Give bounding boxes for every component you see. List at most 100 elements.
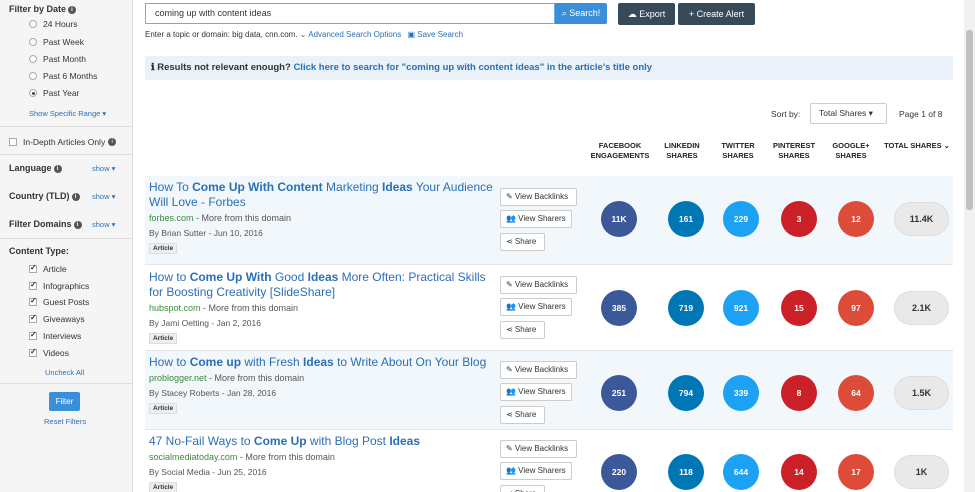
checkbox-icon[interactable] [29,280,37,290]
radio-icon[interactable] [29,38,37,46]
result-title-link[interactable]: How To Come Up With Content Marketing Id… [149,180,494,210]
date-option[interactable]: Past Year [29,88,79,98]
search-button[interactable]: ⌕ Search! [555,3,607,24]
view-sharers-button[interactable]: 👥 View Sharers [500,298,572,316]
checkbox-icon[interactable] [29,263,37,273]
search-input[interactable]: coming up with content ideas [145,3,555,24]
domain-link[interactable]: socialmediatoday.com [149,452,237,462]
share-button[interactable]: ⋖ Share [500,233,545,251]
view-backlinks-button[interactable]: ✎ View Backlinks [500,440,577,458]
content-type-badge: Article [149,333,178,344]
content-type-badge: Article [149,243,178,254]
info-icon[interactable]: i [71,192,80,201]
facebook-count: 385 [601,290,637,326]
content-type-option[interactable]: Interviews [29,330,81,341]
filter-button[interactable]: Filter [49,392,80,411]
create-alert-button[interactable]: + Create Alert [678,3,755,25]
content-type-badge: Article [149,482,178,492]
view-sharers-button[interactable]: 👥 View Sharers [500,383,572,401]
checkbox-icon[interactable] [29,330,37,340]
view-sharers-button[interactable]: 👥 View Sharers [500,210,572,228]
title-search-link[interactable]: Click here to search for "coming up with… [293,62,652,73]
total-shares-count: 11.4K [894,202,949,236]
checkbox-icon[interactable] [29,296,37,306]
content-type-badge: Article [149,403,178,414]
search-button-label: Search! [569,8,601,18]
total-shares-count: 2.1K [894,291,949,325]
view-backlinks-button[interactable]: ✎ View Backlinks [500,361,577,379]
twitter-count: 921 [723,290,759,326]
domains-show-link[interactable]: show ▾ [92,220,115,229]
result-title-link[interactable]: 47 No-Fail Ways to Come Up with Blog Pos… [149,434,494,449]
info-icon: ℹ [151,62,155,73]
advanced-search-link[interactable]: ⌄ Advanced Search Options [300,30,401,39]
content-type-option[interactable]: Guest Posts [29,296,90,307]
view-backlinks-button[interactable]: ✎ View Backlinks [500,188,577,206]
date-option[interactable]: Past Week [29,37,84,47]
checkbox-icon[interactable] [9,138,17,146]
info-icon[interactable]: i [53,164,62,173]
checkbox-icon[interactable] [29,313,37,323]
sidebar: Filter by Date i 24 Hours Past Week Past Mo… [0,0,133,492]
result-byline: By Stacey Roberts - Jan 28, 2016 [149,388,277,398]
filter-domains-heading: Filter Domains i [9,219,82,229]
result-byline: By Jami Oetting - Jan 2, 2016 [149,318,261,328]
column-header: PINTEREST SHARES [772,141,816,160]
scrollbar-thumb[interactable] [966,30,973,210]
reset-filters-link[interactable]: Reset Filters [44,417,86,426]
radio-icon[interactable] [29,20,37,28]
content-type-option[interactable]: Giveaways [29,313,85,324]
more-from-domain-link[interactable]: - More from this domain [201,303,298,313]
date-option[interactable]: 24 Hours [29,19,78,29]
language-show-link[interactable]: show ▾ [92,164,115,173]
sort-dropdown[interactable]: Total Shares ▾ [810,103,887,124]
domain-link[interactable]: hubspot.com [149,303,201,313]
info-icon[interactable]: i [73,220,82,229]
content-type-option[interactable]: Article [29,263,67,274]
content-type-heading: Content Type: [9,246,69,256]
radio-icon[interactable] [29,55,37,63]
info-icon[interactable]: i [68,5,77,14]
save-icon: ▣ [407,30,415,39]
domain-link[interactable]: forbes.com [149,213,194,223]
divider [145,264,953,265]
notice-prefix: Results not relevant enough? [157,62,291,73]
date-option[interactable]: Past 6 Months [29,71,97,81]
radio-icon[interactable] [29,72,37,80]
content-type-option[interactable]: Infographics [29,280,89,291]
more-from-domain-link[interactable]: - More from this domain [194,213,291,223]
radio-icon[interactable] [29,89,37,97]
country-show-link[interactable]: show ▾ [92,192,115,201]
share-button[interactable]: ⋖ Share [500,321,545,339]
save-search-link[interactable]: ▣ Save Search [407,30,463,39]
country-heading: Country (TLD) i [9,191,80,201]
in-depth-checkbox[interactable]: In-Depth Articles Only i [9,137,117,147]
view-sharers-button[interactable]: 👥 View Sharers [500,462,572,480]
pinterest-count: 3 [781,201,817,237]
share-button[interactable]: ⋖ Share [500,485,545,492]
domain-link[interactable]: problogger.net [149,373,207,383]
result-title-link[interactable]: How to Come Up With Good Ideas More Ofte… [149,270,494,300]
divider [0,238,133,239]
checkbox-icon[interactable] [29,347,37,357]
date-option[interactable]: Past Month [29,54,86,64]
show-specific-range-link[interactable]: Show Specific Range ▾ [29,109,106,118]
export-button[interactable]: ☁ Export [618,3,675,25]
result-byline: By Social Media - Jun 25, 2016 [149,467,267,477]
content-type-option[interactable]: Videos [29,347,69,358]
result-domain: problogger.net - More from this domain [149,373,304,383]
sort-label: Sort by: [771,109,801,119]
content-type-label: Giveaways [43,314,85,324]
info-icon[interactable]: i [108,138,117,146]
column-header[interactable]: TOTAL SHARES ⌄ [883,141,951,151]
result-title-link[interactable]: How to Come up with Fresh Ideas to Write… [149,355,494,370]
google-count: 64 [838,375,874,411]
more-from-domain-link[interactable]: - More from this domain [207,373,304,383]
share-button[interactable]: ⋖ Share [500,406,545,424]
cloud-download-icon: ☁ [627,9,637,19]
more-from-domain-link[interactable]: - More from this domain [237,452,335,462]
pinterest-count: 14 [781,454,817,490]
view-backlinks-button[interactable]: ✎ View Backlinks [500,276,577,294]
content-type-label: Guest Posts [43,297,90,307]
uncheck-all-link[interactable]: Uncheck All [45,368,84,377]
